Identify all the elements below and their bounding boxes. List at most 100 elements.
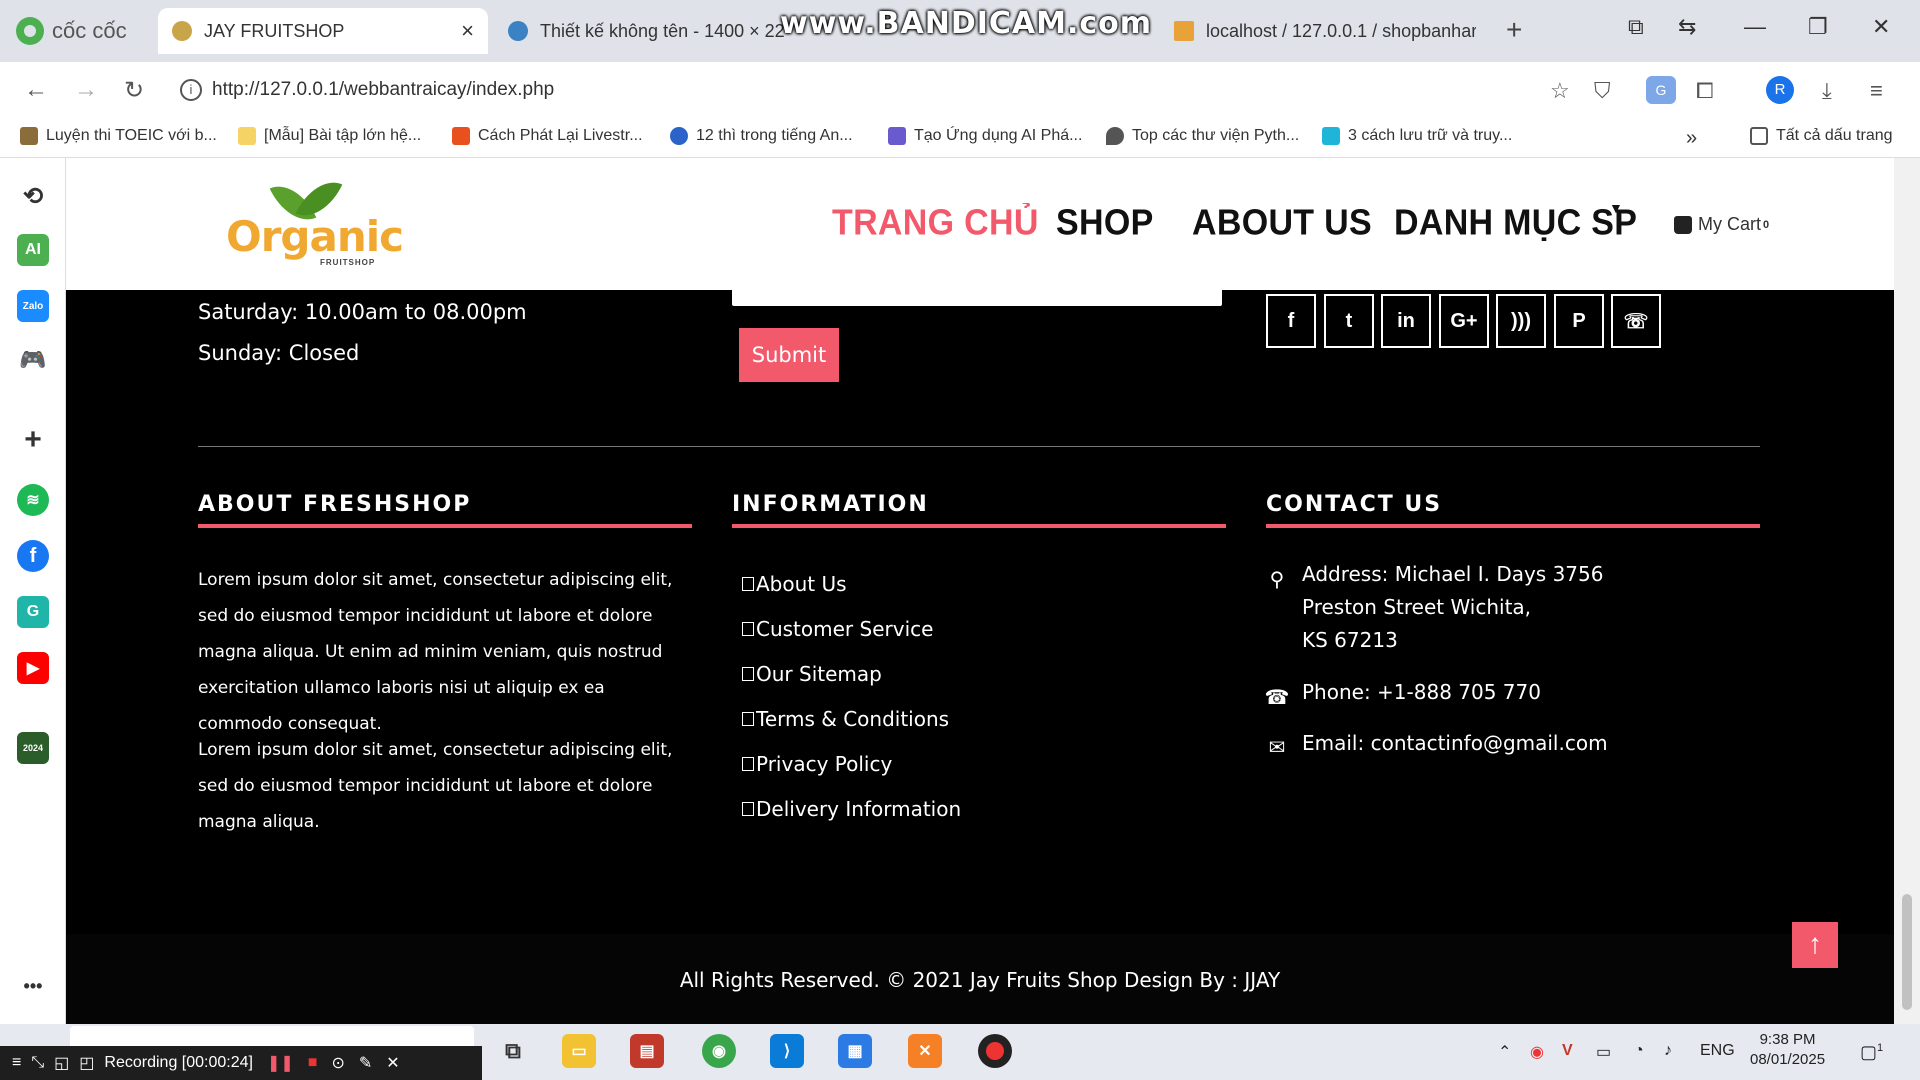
pause-icon[interactable]: ❚❚ (267, 1053, 294, 1073)
bookmark-12-thi[interactable]: 12 thì trong tiếng An... (670, 127, 853, 145)
page-scrollbar[interactable] (1894, 158, 1920, 1024)
forward-button[interactable]: → (74, 76, 98, 104)
tray-chevron-icon[interactable]: ⌃ (1498, 1042, 1511, 1062)
link-about-us[interactable]: About Us (742, 572, 847, 596)
linkedin-social-icon[interactable]: in (1381, 294, 1431, 348)
tray-record-icon[interactable]: ◉ (1530, 1042, 1544, 1062)
bookmark-ai-app[interactable]: Tạo Ứng dụng AI Phá... (888, 127, 1082, 145)
stop-icon[interactable]: ■ (308, 1054, 318, 1072)
game-controller-icon[interactable]: 🎮 (17, 344, 49, 376)
taskbar-search-box[interactable] (70, 1026, 474, 1048)
all-bookmarks-folder[interactable]: Tất cả dấu trang (1750, 127, 1893, 145)
bookmark-label: Luyện thi TOEIC với b... (46, 127, 217, 144)
notification-center-icon[interactable]: ▢1 (1860, 1042, 1883, 1063)
pinterest-social-icon[interactable]: P (1554, 294, 1604, 348)
link-our-sitemap[interactable]: Our Sitemap (742, 662, 882, 686)
zalo-icon[interactable]: Zalo (17, 290, 49, 322)
address-bar[interactable]: i http://127.0.0.1/webbantraicay/index.p… (176, 70, 1616, 110)
wifi-icon[interactable]: ◔ (1634, 1042, 1644, 1060)
window-capture-icon[interactable]: ◰ (79, 1053, 94, 1073)
grammar-icon[interactable]: G (17, 596, 49, 628)
task-view-icon[interactable]: ⧉ (496, 1034, 530, 1068)
bandicam-record-icon[interactable] (978, 1034, 1012, 1068)
submit-button[interactable]: Submit (739, 328, 839, 382)
new-tab-button[interactable]: + (1506, 14, 1522, 46)
link-terms-conditions[interactable]: Terms & Conditions (742, 707, 949, 731)
media-app-icon[interactable]: ▤ (630, 1034, 664, 1068)
folder-icon (1750, 127, 1768, 145)
link-privacy-policy[interactable]: Privacy Policy (742, 752, 892, 776)
pen-icon[interactable]: ✎ (359, 1053, 372, 1073)
file-explorer-icon[interactable]: ▭ (562, 1034, 596, 1068)
minimize-button[interactable]: — (1744, 14, 1766, 40)
dropdown-caret-icon[interactable]: ▼ (1609, 200, 1623, 216)
tray-antivirus-icon[interactable]: V (1562, 1042, 1573, 1060)
bookmark-luu-tru[interactable]: 3 cách lưu trữ và truy... (1322, 127, 1512, 145)
tab-phpmyadmin[interactable]: localhost / 127.0.0.1 / shopbanhar (1160, 8, 1490, 54)
back-forward-cache-icon[interactable]: ⇆ (1678, 14, 1696, 40)
organic-logo[interactable]: Organic FRUITSHOP (226, 171, 404, 272)
coccoc-taskbar-icon[interactable]: ◉ (702, 1034, 736, 1068)
battery-icon[interactable]: ▭ (1596, 1042, 1611, 1062)
camera-icon[interactable]: ⊙ (331, 1053, 344, 1073)
history-icon[interactable]: ⟲ (17, 180, 49, 212)
screen-area-icon[interactable]: ◱ (54, 1053, 69, 1073)
back-button[interactable]: ← (24, 76, 48, 104)
taskbar-clock[interactable]: 9:38 PM 08/01/2025 (1750, 1030, 1825, 1070)
scrollbar-thumb[interactable] (1902, 894, 1912, 1010)
youtube-icon[interactable]: ▶ (17, 652, 49, 684)
link-delivery-information[interactable]: Delivery Information (742, 797, 961, 821)
coccoc-2024-icon[interactable]: 2024 (17, 732, 49, 764)
store-icon[interactable]: ▦ (838, 1034, 872, 1068)
back-to-top-arrow-icon[interactable]: ↑ (1792, 922, 1838, 968)
link-label: Customer Service (756, 617, 934, 641)
profile-avatar[interactable]: R (1766, 76, 1794, 104)
whatsapp-social-icon[interactable]: ☏ (1611, 294, 1661, 348)
reload-button[interactable]: ↻ (124, 76, 144, 105)
site-info-icon[interactable]: i (180, 79, 202, 101)
close-tab-icon[interactable]: × (461, 18, 474, 44)
close-window-button[interactable]: ✕ (1872, 14, 1890, 40)
tab-jay-fruitshop[interactable]: JAY FRUITSHOP × (158, 8, 488, 54)
bookmark-bai-tap[interactable]: [Mẫu] Bài tập lớn hệ... (238, 127, 421, 145)
more-bookmarks-chevron-icon[interactable]: » (1686, 127, 1697, 150)
newsletter-email-input[interactable] (732, 290, 1222, 306)
spotify-icon[interactable]: ≋ (17, 484, 49, 516)
twitter-social-icon[interactable]: t (1324, 294, 1374, 348)
nav-danh-muc-sp[interactable]: DANH MỤC SP (1394, 203, 1637, 244)
menu-icon[interactable]: ≡ (12, 1054, 21, 1072)
ai-assistant-icon[interactable]: AI (17, 234, 49, 266)
download-icon[interactable]: ⤓ (1822, 78, 1832, 104)
xampp-icon[interactable]: ✕ (908, 1034, 942, 1068)
bookmark-python-libs[interactable]: Top các thư viện Pyth... (1106, 127, 1299, 145)
restore-button[interactable]: ❐ (1808, 14, 1828, 40)
link-box-icon (742, 712, 754, 726)
translate-icon[interactable]: G (1646, 76, 1676, 104)
my-cart-link[interactable]: My Cart 0 (1674, 214, 1769, 235)
tab-search-icon[interactable]: ⧉ (1628, 14, 1644, 40)
vscode-icon[interactable]: ⟩ (770, 1034, 804, 1068)
add-panel-icon[interactable]: + (17, 423, 49, 456)
tab-canva-design[interactable]: Thiết kế không tên - 1400 × 22 (494, 8, 804, 54)
link-customer-service[interactable]: Customer Service (742, 617, 933, 641)
more-options-icon[interactable]: ••• (17, 970, 49, 1002)
extensions-icon[interactable]: ⧠ (1696, 78, 1714, 104)
browser-brand[interactable]: cốc cốc (16, 14, 127, 48)
menu-icon[interactable]: ≡ (1870, 78, 1883, 104)
shield-icon[interactable]: ⛉ (1594, 78, 1611, 104)
rss-social-icon[interactable]: ))) (1496, 294, 1546, 348)
facebook-social-icon[interactable]: f (1266, 294, 1316, 348)
google-plus-social-icon[interactable]: G+ (1439, 294, 1489, 348)
close-recorder-icon[interactable]: ✕ (386, 1053, 399, 1073)
nav-about-us[interactable]: ABOUT US (1192, 203, 1372, 244)
contact-email[interactable]: Email: contactinfo@gmail.com (1302, 727, 1608, 760)
shrink-icon[interactable]: ⤡ (31, 1054, 44, 1072)
bookmark-star-icon[interactable]: ☆ (1550, 78, 1570, 104)
volume-icon[interactable]: ♪ (1664, 1042, 1672, 1060)
nav-shop[interactable]: SHOP (1056, 203, 1154, 244)
bookmark-toeic[interactable]: Luyện thi TOEIC với b... (20, 127, 217, 145)
facebook-icon[interactable]: f (17, 540, 49, 572)
bookmark-livestream[interactable]: Cách Phát Lại Livestr... (452, 127, 643, 145)
language-indicator[interactable]: ENG (1700, 1042, 1735, 1060)
nav-trang-chu[interactable]: TRANG CHỦ (832, 203, 1039, 244)
